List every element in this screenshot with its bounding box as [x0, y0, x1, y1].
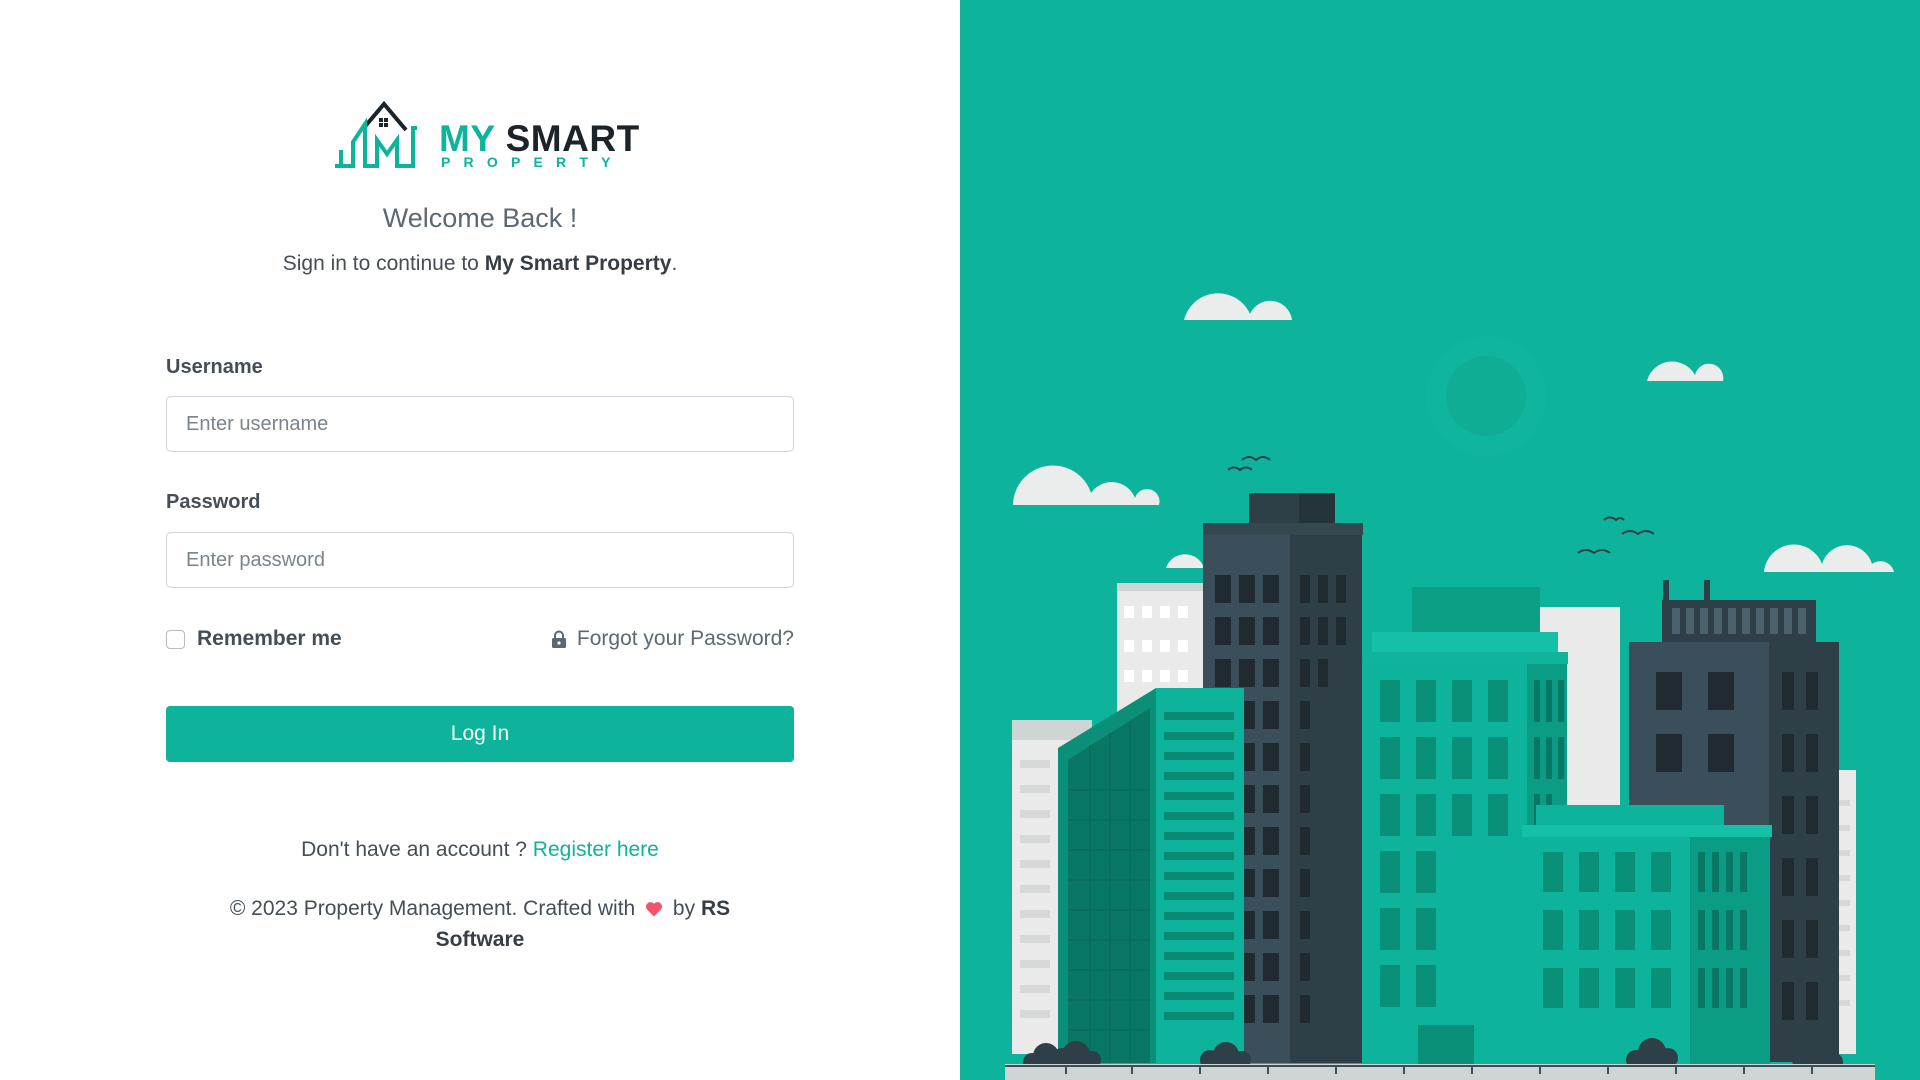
forgot-password-link[interactable]: Forgot your Password?: [551, 627, 794, 651]
welcome-heading: Welcome Back !: [382, 203, 578, 233]
logo-word-my: MY: [439, 118, 495, 159]
register-text: Don't have an account ?: [301, 838, 533, 861]
hero-illustration-panel: [960, 0, 1920, 1080]
username-input[interactable]: [166, 396, 794, 452]
remember-me-control[interactable]: Remember me: [166, 627, 342, 651]
login-panel: MY SMART PROPERTY Welcome Back ! Sign in…: [0, 0, 960, 1080]
remember-me-checkbox[interactable]: [166, 629, 185, 649]
logo-word-smart: SMART: [505, 118, 640, 159]
login-button[interactable]: Log In: [166, 706, 794, 762]
heart-icon: [646, 902, 663, 917]
subtitle-suffix: .: [671, 252, 678, 275]
welcome-subtitle: Sign in to continue to My Smart Property…: [166, 252, 794, 276]
lock-icon: [551, 630, 566, 648]
city-skyline-illustration: [1005, 293, 1894, 1080]
footer-by: by: [672, 897, 696, 920]
register-prompt: Don't have an account ? Register here: [166, 838, 794, 862]
building-logo-icon: [335, 100, 417, 168]
sun: [1446, 356, 1526, 436]
footer: © 2023 Property Management. Crafted with…: [196, 893, 764, 955]
login-page: MY SMART PROPERTY Welcome Back ! Sign in…: [0, 0, 1920, 1080]
forgot-password-text: Forgot your Password?: [576, 627, 794, 650]
subtitle-brand: My Smart Property: [484, 252, 672, 275]
brand-logo: MY SMART PROPERTY: [333, 100, 639, 174]
logo-subtitle: PROPERTY: [441, 154, 624, 170]
footer-copyright: © 2023 Property Management. Crafted with: [229, 897, 636, 920]
subtitle-prefix: Sign in to continue to: [282, 252, 485, 275]
username-label: Username: [166, 356, 263, 378]
remember-me-label: Remember me: [197, 627, 342, 650]
password-label: Password: [166, 491, 261, 513]
register-link[interactable]: Register here: [533, 838, 659, 861]
password-input[interactable]: [166, 532, 794, 588]
logo-wordmark: MY SMART: [439, 120, 640, 157]
